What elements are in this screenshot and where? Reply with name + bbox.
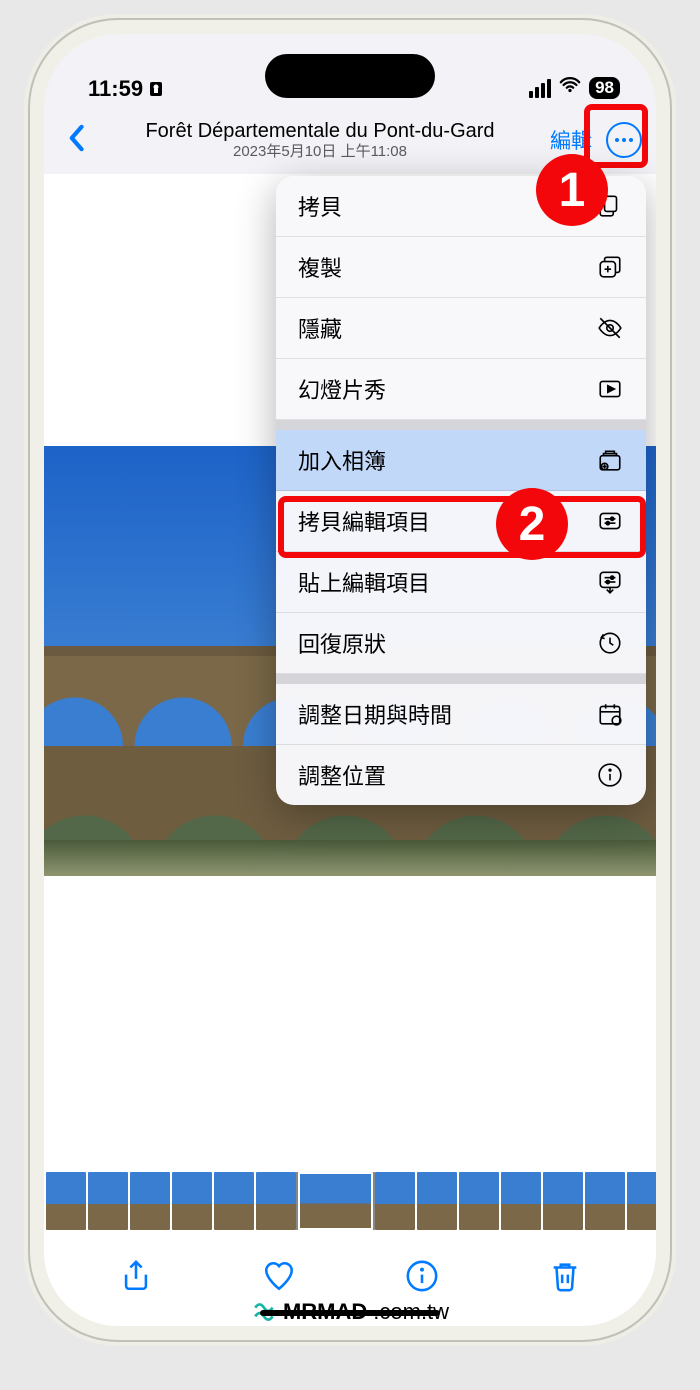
thumbnail[interactable] xyxy=(88,1172,128,1230)
screen: 11:59 98 Forêt Départementale du Pont-du… xyxy=(44,34,656,1326)
menu-item-hide[interactable]: 隱藏 xyxy=(276,298,646,359)
thumbnail-active[interactable] xyxy=(298,1172,373,1230)
menu-separator xyxy=(276,674,646,684)
menu-label: 調整位置 xyxy=(298,759,386,791)
annotation-box-1 xyxy=(584,104,648,168)
thumbnail[interactable] xyxy=(627,1172,656,1230)
menu-label: 調整日期與時間 xyxy=(298,698,452,730)
menu-label: 貼上編輯項目 xyxy=(298,566,430,598)
reset-icon xyxy=(596,629,624,657)
thumbnail[interactable] xyxy=(214,1172,254,1230)
menu-item-paste-edits[interactable]: 貼上編輯項目 xyxy=(276,552,646,613)
thumbnail[interactable] xyxy=(46,1172,86,1230)
album-add-icon xyxy=(596,446,624,474)
home-indicator[interactable] xyxy=(260,1310,440,1316)
portrait-lock-icon xyxy=(149,81,163,97)
thumbnail[interactable] xyxy=(585,1172,625,1230)
menu-separator xyxy=(276,420,646,430)
thumbnail[interactable] xyxy=(130,1172,170,1230)
menu-item-adjust-date[interactable]: 調整日期與時間 xyxy=(276,684,646,745)
thumbnail[interactable] xyxy=(459,1172,499,1230)
play-rect-icon xyxy=(596,375,624,403)
photo-subtitle: 2023年5月10日 上午11:08 xyxy=(94,143,546,161)
back-button[interactable] xyxy=(58,116,94,165)
menu-item-duplicate[interactable]: 複製 xyxy=(276,237,646,298)
menu-label: 複製 xyxy=(298,251,342,283)
phone-frame: 11:59 98 Forêt Départementale du Pont-du… xyxy=(30,20,670,1340)
thumbnail[interactable] xyxy=(256,1172,296,1230)
menu-label: 回復原狀 xyxy=(298,627,386,659)
annotation-badge-2: 2 xyxy=(496,488,568,560)
sliders-paste-icon xyxy=(596,568,624,596)
delete-button[interactable] xyxy=(548,1259,582,1298)
eye-slash-icon xyxy=(596,314,624,342)
favorite-button[interactable] xyxy=(262,1259,296,1298)
menu-label: 加入相簿 xyxy=(298,444,386,476)
menu-label: 幻燈片秀 xyxy=(298,373,386,405)
title-block: Forêt Départementale du Pont-du-Gard 202… xyxy=(94,119,546,161)
duplicate-icon xyxy=(596,253,624,281)
calendar-icon xyxy=(596,700,624,728)
menu-item-adjust-location[interactable]: 調整位置 xyxy=(276,745,646,805)
menu-item-add-album[interactable]: 加入相簿 xyxy=(276,430,646,491)
annotation-box-2 xyxy=(278,496,646,558)
thumbnail[interactable] xyxy=(417,1172,457,1230)
info-icon xyxy=(596,761,624,789)
cellular-icon xyxy=(529,79,551,98)
menu-item-slideshow[interactable]: 幻燈片秀 xyxy=(276,359,646,420)
context-menu: 拷貝 複製 隱藏 幻燈片秀 加入相簿 拷貝編輯項目 xyxy=(276,176,646,805)
info-button[interactable] xyxy=(405,1259,439,1298)
menu-label: 隱藏 xyxy=(298,312,342,344)
menu-label: 拷貝 xyxy=(298,190,342,222)
share-button[interactable] xyxy=(119,1259,153,1298)
status-time: 11:59 xyxy=(88,76,143,102)
thumbnail-strip[interactable] xyxy=(44,1172,656,1230)
wifi-icon xyxy=(559,74,581,102)
photo-title: Forêt Départementale du Pont-du-Gard xyxy=(94,119,546,143)
thumbnail[interactable] xyxy=(375,1172,415,1230)
battery-indicator: 98 xyxy=(589,77,620,99)
thumbnail[interactable] xyxy=(543,1172,583,1230)
menu-item-revert[interactable]: 回復原狀 xyxy=(276,613,646,674)
thumbnail[interactable] xyxy=(172,1172,212,1230)
annotation-badge-1: 1 xyxy=(536,154,608,226)
thumbnail[interactable] xyxy=(501,1172,541,1230)
dynamic-island xyxy=(265,54,435,98)
